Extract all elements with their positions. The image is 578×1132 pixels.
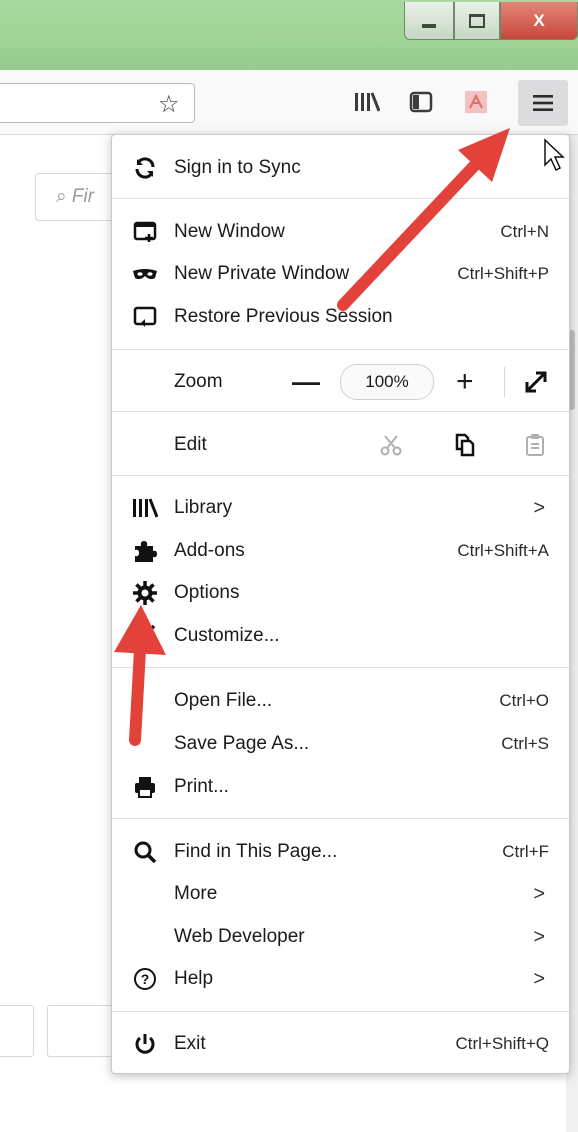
menu-item-label: More — [174, 883, 218, 904]
hamburger-menu-button[interactable] — [518, 80, 568, 126]
minimize-button[interactable] — [404, 2, 454, 40]
menu-item-label: Help — [174, 968, 214, 989]
menu-item-label: Library — [174, 497, 233, 518]
menu-item-addons[interactable]: Add-ons Ctrl+Shift+A — [112, 531, 569, 571]
chevron-right-icon: > — [533, 925, 545, 948]
menu-item-label: Find in This Page... — [174, 841, 338, 862]
menu-item-label: New Private Window — [174, 263, 350, 284]
puzzle-piece-icon — [132, 538, 158, 564]
menu-item-save-page[interactable]: Save Page As... Ctrl+S — [112, 724, 569, 764]
maximize-icon — [469, 13, 485, 28]
close-icon: X — [533, 10, 545, 30]
private-mask-icon — [132, 261, 158, 287]
menu-item-library[interactable]: Library > — [112, 488, 569, 528]
window-controls: X — [404, 0, 578, 44]
fullscreen-button[interactable] — [522, 368, 550, 396]
menu-item-restore-session[interactable]: Restore Previous Session — [112, 297, 569, 337]
cut-icon — [380, 435, 402, 456]
menu-item-shortcut: Ctrl+O — [499, 691, 549, 710]
cut-button[interactable] — [378, 432, 404, 458]
search-icon: ⌕ — [56, 186, 67, 207]
new-window-icon — [132, 219, 158, 245]
menu-item-print[interactable]: Print... — [112, 767, 569, 807]
search-placeholder: Fir — [71, 186, 95, 207]
menu-separator — [112, 475, 569, 476]
power-icon — [132, 1031, 158, 1057]
menu-item-label: New Window — [174, 221, 285, 242]
menu-item-label: Open File... — [174, 690, 273, 711]
menu-item-web-developer[interactable]: Web Developer > — [112, 917, 569, 957]
menu-item-label: Options — [174, 582, 240, 603]
app-menu-panel: Sign in to Sync New Window Ctrl+N New Pr… — [111, 134, 570, 1074]
zoom-divider — [504, 367, 505, 397]
restore-session-icon — [132, 304, 158, 330]
menu-item-help[interactable]: ? Help > — [112, 959, 569, 999]
printer-icon — [132, 774, 158, 800]
menu-item-new-private-window[interactable]: New Private Window Ctrl+Shift+P — [112, 254, 569, 294]
menu-item-label: Restore Previous Session — [174, 306, 393, 327]
menu-item-shortcut: Ctrl+N — [500, 222, 549, 241]
pdf-icon[interactable] — [462, 88, 490, 116]
chevron-right-icon: > — [533, 496, 545, 519]
menu-item-shortcut: Ctrl+S — [501, 734, 549, 753]
minimize-icon — [422, 23, 436, 28]
menu-row-zoom: Zoom — 100% + — [112, 362, 569, 402]
chevron-right-icon: > — [533, 967, 545, 990]
menu-separator — [112, 349, 569, 350]
menu-item-new-window[interactable]: New Window Ctrl+N — [112, 212, 569, 252]
address-bar[interactable]: ☆ — [0, 83, 195, 123]
menu-item-open-file[interactable]: Open File... Ctrl+O — [112, 681, 569, 721]
paintbrush-icon — [132, 623, 158, 649]
menu-item-sign-in[interactable]: Sign in to Sync — [112, 148, 569, 188]
sidebar-icon[interactable] — [407, 88, 435, 116]
navigation-toolbar: ☆ — [0, 70, 578, 135]
menu-item-shortcut: Ctrl+Shift+Q — [455, 1034, 549, 1053]
star-icon[interactable]: ☆ — [158, 90, 180, 119]
svg-text:?: ? — [141, 971, 150, 987]
menu-item-label: Web Developer — [174, 926, 305, 947]
menu-item-options[interactable]: Options — [112, 573, 569, 613]
zoom-in-button[interactable]: + — [456, 365, 474, 399]
menu-separator — [112, 818, 569, 819]
library-icon[interactable] — [353, 88, 381, 116]
close-button[interactable]: X — [500, 2, 578, 40]
menu-item-label: Add-ons — [174, 540, 245, 561]
menu-item-find[interactable]: Find in This Page... Ctrl+F — [112, 832, 569, 872]
menu-separator — [112, 411, 569, 412]
zoom-reset-button[interactable]: 100% — [340, 364, 434, 400]
menu-item-label: Customize... — [174, 625, 280, 646]
help-icon: ? — [132, 966, 158, 992]
menu-separator — [112, 198, 569, 199]
menu-item-more[interactable]: More > — [112, 874, 569, 914]
zoom-label: Zoom — [174, 371, 223, 392]
window-titlebar: X — [0, 0, 578, 70]
menu-item-label: Save Page As... — [174, 733, 310, 754]
menu-item-shortcut: Ctrl+Shift+A — [457, 541, 549, 560]
menu-item-label: Print... — [174, 776, 229, 797]
menu-row-edit: Edit — [112, 425, 569, 465]
edit-label: Edit — [174, 434, 207, 455]
copy-button[interactable] — [452, 432, 478, 458]
paste-button[interactable] — [522, 432, 548, 458]
menu-item-label: Exit — [174, 1033, 206, 1054]
menu-item-label: Sign in to Sync — [174, 157, 301, 178]
fullscreen-icon — [525, 371, 547, 393]
gear-icon — [132, 580, 158, 606]
chevron-right-icon: > — [533, 882, 545, 905]
copy-icon — [455, 433, 475, 457]
page-box — [0, 1005, 34, 1057]
menu-item-shortcut: Ctrl+Shift+P — [457, 264, 549, 283]
menu-separator — [112, 1011, 569, 1012]
paste-icon — [526, 434, 544, 456]
zoom-out-button[interactable]: — — [292, 366, 320, 398]
library-icon — [132, 495, 158, 521]
menu-item-shortcut: Ctrl+F — [502, 842, 549, 861]
menu-item-exit[interactable]: Exit Ctrl+Shift+Q — [112, 1024, 569, 1064]
search-icon — [132, 839, 158, 865]
hamburger-menu-icon — [533, 95, 553, 111]
menu-item-customize[interactable]: Customize... — [112, 616, 569, 656]
maximize-button[interactable] — [454, 2, 500, 40]
sync-icon — [132, 155, 158, 181]
menu-separator — [112, 667, 569, 668]
